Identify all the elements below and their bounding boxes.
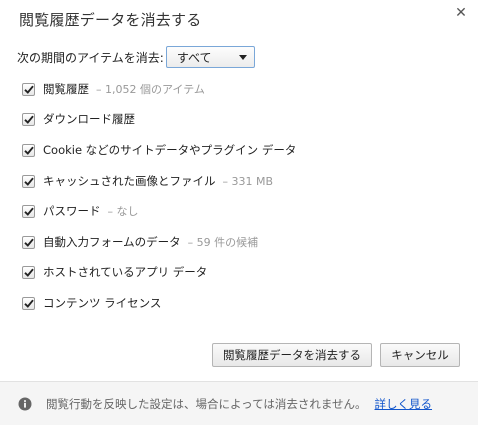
option-label: ダウンロード履歴 [43, 112, 135, 126]
checkbox-passwords[interactable] [22, 204, 35, 218]
checkmark-icon [23, 238, 34, 247]
option-label: 自動入力フォームのデータ [43, 235, 181, 249]
option-label: ホストされているアプリ データ [43, 265, 208, 279]
checkbox-content-licenses[interactable] [22, 296, 35, 310]
checkmark-icon [23, 115, 34, 124]
option-content-licenses[interactable]: コンテンツ ライセンス [22, 294, 161, 312]
cancel-button[interactable]: キャンセル [380, 343, 460, 367]
checkbox-download-history[interactable] [22, 112, 35, 126]
option-detail: – 1,052 個のアイテム [96, 83, 205, 96]
option-detail: – 331 MB [222, 174, 274, 188]
checkmark-icon [23, 85, 34, 94]
option-label: キャッシュされた画像とファイル [43, 174, 216, 188]
info-icon [18, 397, 32, 411]
option-cache[interactable]: キャッシュされた画像とファイル – 331 MB [22, 172, 273, 190]
checkmark-icon [23, 146, 34, 155]
option-autofill[interactable]: 自動入力フォームのデータ – 59 件の候補 [22, 233, 258, 251]
option-detail: – 59 件の候補 [187, 236, 259, 249]
time-range-label: 次の期間のアイテムを消去: [17, 50, 164, 65]
clear-browsing-data-dialog: 閲覧履歴データを消去する ✕ 次の期間のアイテムを消去: すべて 閲覧履歴 – … [0, 0, 478, 425]
checkmark-icon [23, 299, 34, 308]
option-label: コンテンツ ライセンス [43, 296, 162, 310]
learn-more-link[interactable]: 詳しく見る [375, 396, 433, 412]
checkmark-icon [23, 268, 34, 277]
checkmark-icon [23, 177, 34, 186]
option-label: パスワード [43, 204, 101, 218]
option-browsing-history[interactable]: 閲覧履歴 – 1,052 個のアイテム [22, 80, 205, 98]
time-range-value: すべて [176, 50, 212, 65]
option-hosted-app-data[interactable]: ホストされているアプリ データ [22, 263, 207, 281]
time-range-select[interactable]: すべて [165, 46, 255, 68]
footer-message: 閲覧行動を反映した設定は、場合によっては消去されません。 [46, 396, 367, 411]
checkbox-autofill[interactable] [22, 235, 35, 249]
option-label: 閲覧履歴 [43, 82, 89, 96]
close-icon[interactable]: ✕ [454, 6, 468, 20]
checkmark-icon [23, 207, 34, 216]
checkbox-hosted-app-data[interactable] [22, 265, 35, 279]
option-passwords[interactable]: パスワード – なし [22, 202, 139, 220]
option-label: Cookie などのサイトデータやプラグイン データ [43, 143, 297, 157]
checkbox-cache[interactable] [22, 174, 35, 188]
checkbox-browsing-history[interactable] [22, 82, 35, 96]
dialog-title: 閲覧履歴データを消去する [19, 11, 202, 29]
clear-data-button[interactable]: 閲覧履歴データを消去する [212, 343, 372, 367]
chevron-down-icon [238, 54, 247, 60]
checkbox-cookies[interactable] [22, 143, 35, 157]
option-detail: – なし [107, 205, 139, 218]
option-download-history[interactable]: ダウンロード履歴 [22, 110, 135, 128]
time-range-row: 次の期間のアイテムを消去: すべて [17, 45, 255, 69]
option-cookies[interactable]: Cookie などのサイトデータやプラグイン データ [22, 141, 296, 159]
footer-notice: 閲覧行動を反映した設定は、場合によっては消去されません。 詳しく見る [0, 381, 478, 425]
